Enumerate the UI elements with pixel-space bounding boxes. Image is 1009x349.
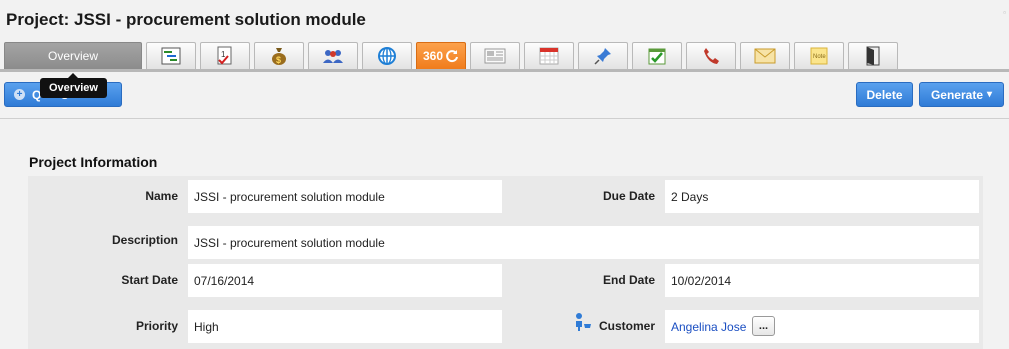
tab-gantt[interactable] <box>146 42 196 69</box>
calendar-icon <box>539 47 559 65</box>
overview-tooltip: Overview <box>40 73 107 98</box>
generate-dropdown-button[interactable]: Generate ▾ <box>919 82 1004 107</box>
page-title: Project: JSSI - procurement solution mod… <box>6 10 366 29</box>
due-date-value[interactable]: 2 Days <box>665 180 979 213</box>
description-label: Description <box>111 233 178 247</box>
customer-label: Customer <box>598 319 655 333</box>
svg-text:1: 1 <box>221 50 226 59</box>
tab-tasks[interactable]: 1 <box>200 42 250 69</box>
toolbar-divider <box>0 118 1009 119</box>
check-calendar-icon <box>648 48 666 65</box>
people-icon <box>323 50 343 63</box>
tab-team[interactable] <box>308 42 358 69</box>
section-title: Project Information <box>29 154 158 170</box>
tab-email[interactable] <box>740 42 790 69</box>
tab-overview[interactable]: Overview <box>4 42 142 69</box>
description-value[interactable]: JSSI - procurement solution module <box>188 226 979 259</box>
chevron-down-icon: ▾ <box>987 89 993 100</box>
due-date-label: Due Date <box>602 189 655 203</box>
tab-pin[interactable] <box>578 42 628 69</box>
task-list-icon: 1 <box>217 46 232 65</box>
tab-bar: Overview 1 $ 360 Note <box>4 42 902 70</box>
door-exit-icon <box>866 46 880 66</box>
tab-notes[interactable]: Note <box>794 42 844 69</box>
plus-circle-icon: + <box>14 89 25 100</box>
phone-icon <box>704 48 719 64</box>
name-value[interactable]: JSSI - procurement solution module <box>188 180 502 213</box>
tab-news[interactable] <box>470 42 520 69</box>
tab-checklist[interactable] <box>632 42 682 69</box>
tab-documents[interactable] <box>848 42 898 69</box>
pushpin-icon <box>594 48 611 65</box>
customer-more-button[interactable]: ... <box>752 316 775 336</box>
priority-label: Priority <box>135 319 178 333</box>
tab-calls[interactable] <box>686 42 736 69</box>
end-date-value[interactable]: 10/02/2014 <box>665 264 979 297</box>
gantt-chart-icon <box>161 47 181 65</box>
tab-web[interactable] <box>362 42 412 69</box>
envelope-icon <box>754 48 776 64</box>
priority-value[interactable]: High <box>188 310 502 343</box>
svg-text:$: $ <box>276 55 281 65</box>
start-date-label: Start Date <box>121 273 178 287</box>
tab-view-360[interactable]: 360 <box>416 42 466 69</box>
tab-360-label: 360 <box>422 49 444 63</box>
tab-budget[interactable]: $ <box>254 42 304 69</box>
tab-calendar[interactable] <box>524 42 574 69</box>
window-corner-icon: ▫ <box>1003 8 1006 17</box>
tab-bar-underline <box>0 69 1009 72</box>
customer-value-link[interactable]: Angelina Jose <box>665 310 979 343</box>
generate-label: Generate <box>930 87 983 102</box>
newspaper-icon <box>484 48 506 64</box>
globe-icon <box>378 47 396 65</box>
svg-text:Note: Note <box>813 54 826 60</box>
delete-button[interactable]: Delete <box>856 82 913 107</box>
money-bag-icon: $ <box>272 48 286 65</box>
customer-person-icon <box>576 313 591 331</box>
note-icon: Note <box>810 47 828 65</box>
refresh-icon <box>446 50 458 63</box>
start-date-value[interactable]: 07/16/2014 <box>188 264 502 297</box>
name-label: Name <box>145 189 178 203</box>
end-date-label: End Date <box>602 273 655 287</box>
